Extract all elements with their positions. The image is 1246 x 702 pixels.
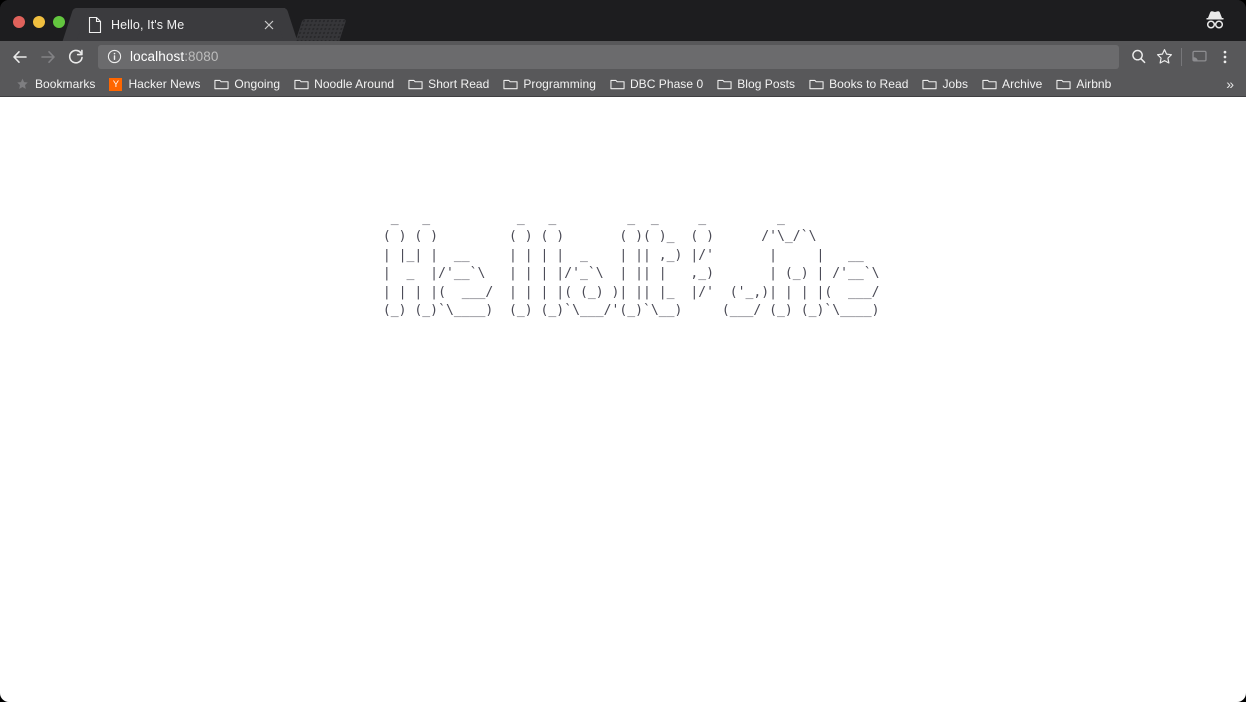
bookmarks-bar: Bookmarks Y Hacker News Ongoing Noodle A… xyxy=(0,72,1246,97)
bookmarks-bar-item-archive[interactable]: Archive xyxy=(975,73,1049,95)
toolbar-divider xyxy=(1181,47,1182,66)
url-port: :8080 xyxy=(184,49,219,64)
bookmarks-bar-item-label: Airbnb xyxy=(1076,77,1112,91)
bookmarks-bar-item-label: Noodle Around xyxy=(314,77,395,91)
folder-icon xyxy=(809,77,824,91)
forward-button xyxy=(34,43,62,71)
page-icon xyxy=(88,16,102,33)
folder-icon xyxy=(610,77,625,91)
back-button[interactable] xyxy=(6,43,34,71)
incognito-icon xyxy=(1200,7,1230,33)
bookmark-star-icon[interactable] xyxy=(1151,44,1177,70)
chrome-menu-icon[interactable] xyxy=(1212,44,1238,70)
hn-favicon: Y xyxy=(109,77,123,91)
bookmarks-bar-item-noodle-around[interactable]: Noodle Around xyxy=(287,73,401,95)
folder-icon xyxy=(408,77,423,91)
bookmarks-bar-item-label: Bookmarks xyxy=(35,77,96,91)
url-text: localhost:8080 xyxy=(130,49,218,64)
bookmarks-bar-item-label: Short Read xyxy=(428,77,490,91)
tab-title: Hello, It's Me xyxy=(111,17,185,32)
star-icon xyxy=(15,77,30,91)
folder-icon xyxy=(717,77,732,91)
url-host: localhost xyxy=(130,49,185,64)
bookmarks-bar-item-books-to-read[interactable]: Books to Read xyxy=(802,73,915,95)
bookmarks-overflow-button[interactable]: » xyxy=(1220,76,1240,92)
bookmarks-bar-item-label: Archive xyxy=(1002,77,1043,91)
close-icon[interactable] xyxy=(261,17,277,33)
bookmarks-bar-item-label: Jobs xyxy=(942,77,969,91)
reload-button[interactable] xyxy=(62,43,90,71)
bookmarks-bar-item-label: Books to Read xyxy=(829,77,909,91)
folder-icon xyxy=(982,77,997,91)
page-viewport: _ _ _ _ _ _ _ _ ( ) ( ) ( ) ( ) ( )( )_ … xyxy=(0,97,1246,702)
folder-icon xyxy=(922,77,938,91)
browser-window: Hello, It's Me localhost:8080 Bookmarks … xyxy=(0,0,1246,702)
bookmarks-bar-item-bookmarks[interactable]: Bookmarks xyxy=(8,73,102,95)
folder-icon xyxy=(1056,77,1071,91)
new-tab-button[interactable] xyxy=(295,19,347,41)
search-icon[interactable] xyxy=(1125,44,1151,70)
bookmarks-bar-item-hacker-news[interactable]: Y Hacker News xyxy=(102,73,207,95)
address-bar[interactable]: localhost:8080 xyxy=(98,44,1119,69)
bookmarks-bar-item-short-read[interactable]: Short Read xyxy=(401,73,496,95)
bookmarks-bar-item-label: Ongoing xyxy=(234,77,281,91)
folder-icon xyxy=(294,77,309,91)
cast-icon[interactable] xyxy=(1186,44,1212,70)
bookmarks-bar-item-blog-posts[interactable]: Blog Posts xyxy=(710,73,802,95)
info-circle-icon[interactable] xyxy=(107,49,122,64)
bookmarks-bar-item-dbc-phase-0[interactable]: DBC Phase 0 xyxy=(603,73,710,95)
bookmarks-bar-item-airbnb[interactable]: Airbnb xyxy=(1049,73,1118,95)
folder-icon xyxy=(214,77,229,91)
maximize-window-button[interactable] xyxy=(53,16,65,28)
folder-icon xyxy=(503,77,518,91)
bookmarks-bar-item-jobs[interactable]: Jobs xyxy=(915,73,975,95)
browser-tab[interactable]: Hello, It's Me xyxy=(75,8,285,41)
bookmarks-bar-item-label: Hacker News xyxy=(128,77,201,91)
minimize-window-button[interactable] xyxy=(33,16,45,28)
bookmarks-bar-item-programming[interactable]: Programming xyxy=(496,73,603,95)
bookmarks-bar-item-ongoing[interactable]: Ongoing xyxy=(207,73,287,95)
close-window-button[interactable] xyxy=(13,16,25,28)
bookmarks-bar-item-label: Programming xyxy=(523,77,596,91)
browser-toolbar: localhost:8080 xyxy=(0,41,1246,72)
tab-strip: Hello, It's Me xyxy=(0,0,1246,41)
ascii-art-heading: _ _ _ _ _ _ _ _ ( ) ( ) ( ) ( ) ( )( )_ … xyxy=(382,211,880,319)
bookmarks-bar-item-label: DBC Phase 0 xyxy=(629,77,704,91)
bookmarks-bar-item-label: Blog Posts xyxy=(737,77,796,91)
